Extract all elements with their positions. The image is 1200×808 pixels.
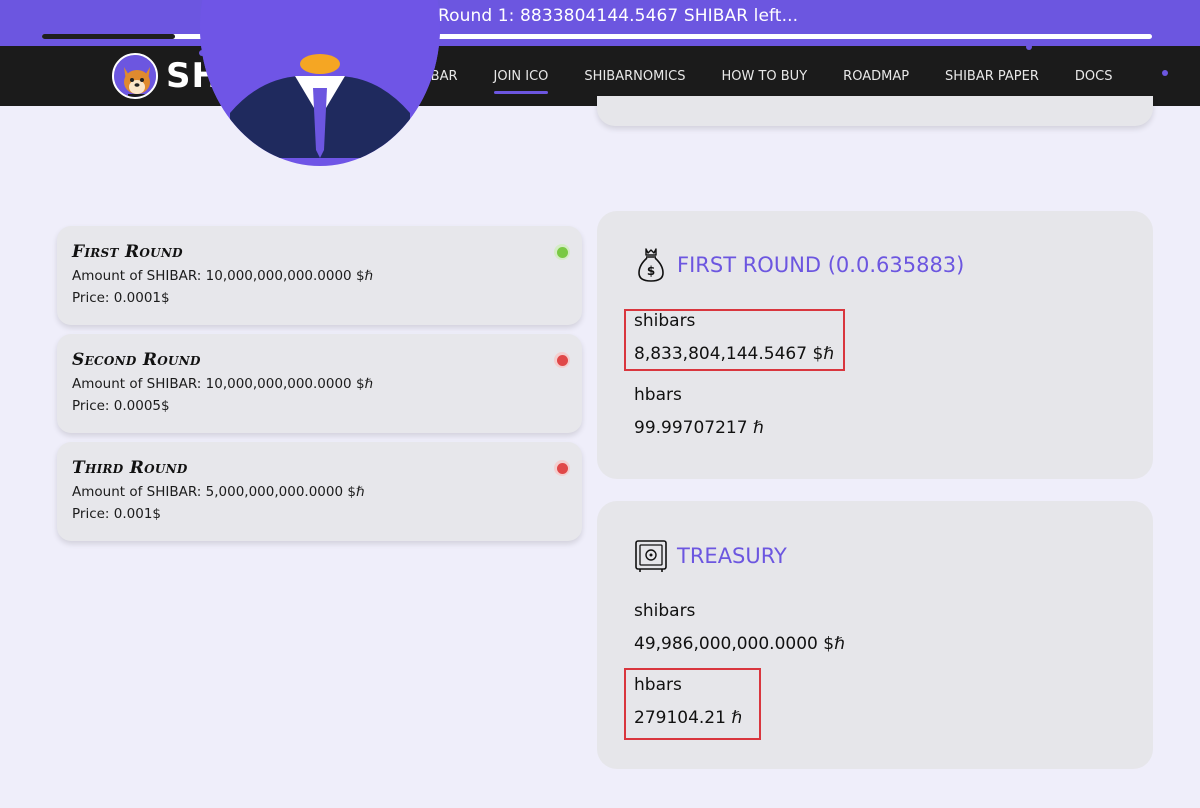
shibars-value: 49,986,000,000.0000 $ℏ (634, 634, 845, 654)
round-amount: Amount of SHIBAR: 5,000,000,000.0000 $ℏ (72, 484, 365, 500)
ico-banner-text: ICO Round 1: 8833804144.5467 SHIBAR left… (401, 6, 799, 26)
hbars-value: 99.99707217 ℏ (634, 418, 764, 438)
ico-progress-fill (42, 34, 176, 39)
treasury-header: TREASURY (634, 538, 787, 574)
svg-text:$: $ (647, 264, 655, 278)
round-title: Second Round (72, 350, 201, 370)
ico-banner: ICO Round 1: 8833804144.5467 SHIBAR left… (0, 0, 1200, 46)
status-indicator-active (554, 244, 570, 260)
round-title: First Round (72, 242, 183, 262)
round-card-third: Third Round Amount of SHIBAR: 5,000,000,… (57, 442, 582, 541)
status-indicator-inactive (554, 460, 570, 476)
decor-dot (1162, 70, 1168, 76)
round-card-second: Second Round Amount of SHIBAR: 10,000,00… (57, 334, 582, 433)
round-amount: Amount of SHIBAR: 10,000,000,000.0000 $ℏ (72, 376, 374, 392)
hero-avatar (200, 0, 440, 166)
status-indicator-inactive (554, 352, 570, 368)
highlight-box-treasury-hbars (624, 668, 761, 740)
treasury-title: TREASURY (677, 544, 787, 568)
highlight-box-first-round-shibars (624, 309, 845, 371)
round-card-first: First Round Amount of SHIBAR: 10,000,000… (57, 226, 582, 325)
round-amount: Amount of SHIBAR: 10,000,000,000.0000 $ℏ (72, 268, 374, 284)
money-bag-icon: $ (638, 248, 664, 282)
safe-icon (635, 540, 667, 572)
round-price: Price: 0.001$ (72, 506, 162, 522)
top-card-remnant (597, 96, 1153, 126)
first-round-header: $ FIRST ROUND (0.0.635883) (634, 247, 964, 283)
round-price: Price: 0.0001$ (72, 290, 170, 306)
shibars-label: shibars (634, 601, 696, 621)
nav-join-ico[interactable]: JOIN ICO (476, 46, 567, 106)
decor-dot (1026, 44, 1032, 50)
round-price: Price: 0.0005$ (72, 398, 170, 414)
shiba-mascot-icon (112, 53, 158, 99)
hbars-label: hbars (634, 385, 682, 405)
first-round-title: FIRST ROUND (0.0.635883) (677, 253, 965, 277)
round-title: Third Round (72, 458, 188, 478)
